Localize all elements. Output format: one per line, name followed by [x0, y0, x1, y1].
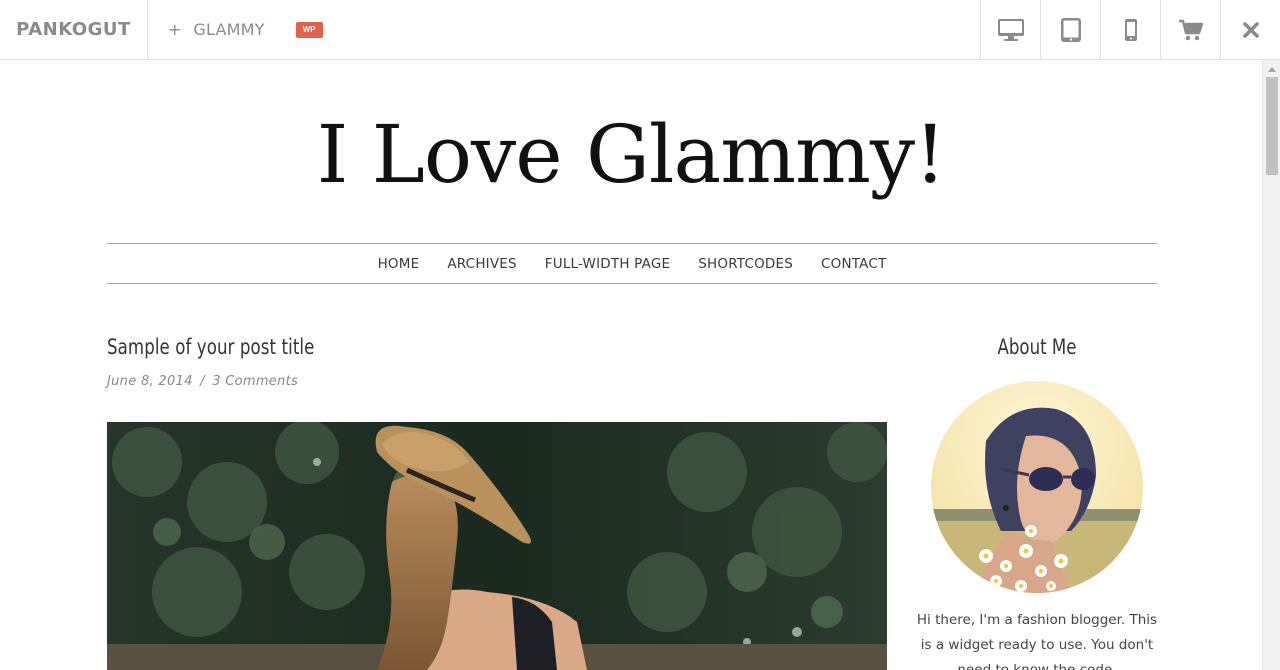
post-meta: June 8, 2014 / 3 Comments: [107, 374, 298, 389]
wp-badge: WP: [295, 21, 323, 38]
post-title[interactable]: Sample of your post title: [107, 335, 314, 359]
tablet-view-button[interactable]: [1040, 0, 1100, 59]
about-me-text: Hi there, I'm a fashion blogger. This is…: [916, 612, 1158, 670]
close-icon: [1242, 21, 1259, 38]
scrollbar-thumb[interactable]: [1266, 77, 1278, 175]
nav-item-full-width-page[interactable]: FULL-WIDTH PAGE: [545, 256, 670, 272]
nav-item-home[interactable]: HOME: [378, 256, 420, 272]
nav-item-archives[interactable]: ARCHIVES: [447, 256, 516, 272]
tablet-icon: [1060, 17, 1081, 42]
desktop-view-button[interactable]: [980, 0, 1040, 59]
plus-icon: +: [168, 20, 182, 39]
post-comments-link[interactable]: 3 Comments: [212, 374, 298, 389]
page-scrollbar[interactable]: [1262, 60, 1280, 670]
nav-item-shortcodes[interactable]: SHORTCODES: [698, 256, 793, 272]
device-toolbar: [980, 0, 1280, 59]
scroll-up-arrow-icon[interactable]: [1263, 62, 1280, 76]
nav-item-contact[interactable]: CONTACT: [821, 256, 886, 272]
meta-separator: /: [200, 374, 205, 389]
cart-button[interactable]: [1160, 0, 1220, 59]
mobile-icon: [1124, 18, 1137, 41]
desktop-icon: [997, 18, 1024, 41]
about-me-avatar: [931, 381, 1143, 593]
mobile-view-button[interactable]: [1100, 0, 1160, 59]
main-nav: HOME ARCHIVES FULL-WIDTH PAGE SHORTCODES…: [107, 243, 1157, 284]
brand-logo[interactable]: PANKOGUT: [0, 0, 148, 59]
cart-icon: [1178, 19, 1203, 40]
theme-name: GLAMMY: [193, 20, 265, 39]
post-date: June 8, 2014: [107, 374, 193, 389]
close-preview-button[interactable]: [1220, 0, 1280, 59]
featured-photo: [107, 422, 887, 670]
post-featured-image[interactable]: [107, 422, 887, 670]
widget-title-about-me: About Me: [997, 335, 1077, 359]
theme-switcher[interactable]: + GLAMMY WP: [148, 0, 323, 59]
site-preview: I Love Glammy! HOME ARCHIVES FULL-WIDTH …: [0, 60, 1262, 670]
avatar-photo: [931, 381, 1143, 593]
preview-topbar: PANKOGUT + GLAMMY WP: [0, 0, 1280, 60]
site-title[interactable]: I Love Glammy!: [0, 115, 1262, 195]
